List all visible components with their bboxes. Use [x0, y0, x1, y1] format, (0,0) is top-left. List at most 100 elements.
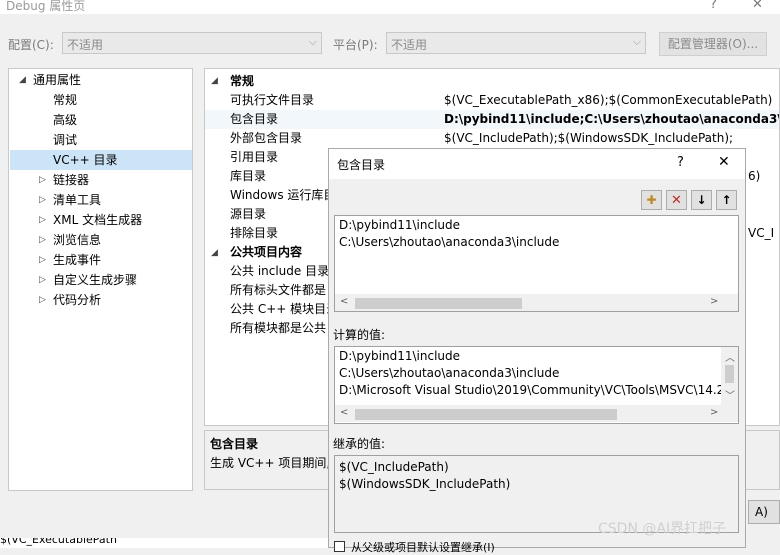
list-item: $(WindowsSDK_IncludePath) [339, 477, 511, 491]
chevron-down-icon: ⌵ [308, 35, 317, 48]
scroll-right-icon[interactable]: > [710, 296, 718, 307]
tree-item-debugging[interactable]: 调试 [53, 130, 77, 150]
move-down-button[interactable]: ↓ [691, 190, 712, 210]
close-button[interactable]: ✕ [752, 0, 763, 12]
expand-arrow-icon[interactable]: ▷ [39, 275, 46, 285]
list-item: $(VC_IncludePath) [339, 460, 449, 474]
apply-button[interactable]: A) [748, 500, 780, 524]
inherit-checkbox[interactable] [334, 541, 345, 552]
property-row[interactable]: 可执行文件目录 $(VC_ExecutablePath_x86);$(Commo… [205, 91, 779, 110]
expand-arrow-icon[interactable]: ▷ [39, 195, 46, 205]
tree-item-advanced[interactable]: 高级 [53, 110, 77, 130]
status-text: $(VC_ExecutablePath [0, 538, 117, 546]
scroll-left-icon[interactable]: < [340, 407, 348, 418]
computed-values-label: 计算的值: [333, 328, 386, 342]
new-line-button[interactable]: ✚ [641, 190, 662, 210]
tree-item-linker[interactable]: 链接器 [53, 170, 89, 190]
config-dropdown[interactable]: 不适用 ⌵ [62, 32, 322, 54]
title-bar: Debug 属性页 ? ✕ [0, 0, 780, 14]
scroll-left-icon[interactable]: < [340, 296, 348, 307]
chevron-down-icon: ⌵ [632, 35, 641, 48]
horizontal-scrollbar[interactable]: < > [335, 405, 738, 422]
move-up-button[interactable]: ↑ [716, 190, 737, 210]
property-value: $(VC_IncludePath);$(WindowsSDK_IncludePa… [444, 131, 734, 145]
delete-line-button[interactable]: ✕ [666, 190, 687, 210]
list-item[interactable]: C:\Users\zhoutao\anaconda3\include [339, 235, 559, 249]
tree-item-manifest-tool[interactable]: 清单工具 [53, 190, 101, 210]
scroll-thumb[interactable] [355, 409, 617, 420]
list-item: D:\pybind11\include [339, 349, 461, 363]
description-text: 生成 VC++ 项目期间, [210, 456, 331, 470]
tree-item-xml-doc[interactable]: XML 文档生成器 [53, 210, 142, 230]
delete-icon: ✕ [671, 193, 682, 208]
property-value: $(VC_ExecutablePath_x86);$(CommonExecuta… [444, 93, 773, 107]
tree-item-general[interactable]: 常规 [53, 90, 77, 110]
expand-arrow-icon[interactable]: ▷ [39, 175, 46, 185]
new-folder-icon: ✚ [646, 193, 657, 207]
platform-label: 平台(P): [333, 38, 378, 52]
config-manager-button[interactable]: 配置管理器(O)... [659, 32, 767, 56]
tree-item-browse-info[interactable]: 浏览信息 [53, 230, 101, 250]
include-directories-dialog: 包含目录 ? ✕ ✚ ✕ ↓ ↑ D:\pybind11\include C:\… [328, 148, 746, 554]
property-name: 可执行文件目录 [230, 93, 315, 107]
scroll-right-icon[interactable]: > [710, 407, 718, 418]
scroll-up-icon[interactable]: ︿ [725, 349, 735, 364]
status-strip: $(VC_ExecutablePath [0, 538, 330, 548]
property-name: Windows 运行库目 [230, 188, 336, 202]
property-row[interactable]: 外部包含目录 $(VC_IncludePath);$(WindowsSDK_In… [205, 129, 779, 148]
collapse-arrow-icon[interactable]: ◢ [211, 248, 218, 258]
list-item[interactable]: D:\pybind11\include [339, 218, 460, 232]
expand-arrow-icon[interactable]: ▷ [39, 255, 46, 265]
property-name: 包含目录 [230, 112, 279, 126]
property-name: 所有标头文件都是 [230, 283, 327, 297]
arrow-down-icon: ↓ [696, 193, 707, 207]
collapse-arrow-icon[interactable]: ◢ [211, 76, 218, 86]
property-name: 引用目录 [230, 150, 279, 164]
horizontal-scrollbar[interactable]: < > [335, 294, 738, 311]
expand-arrow-icon[interactable]: ▷ [39, 215, 46, 225]
expand-arrow-icon[interactable]: ▷ [39, 235, 46, 245]
property-name: 所有模块都是公共 [230, 321, 327, 335]
list-item: D:\Microsoft Visual Studio\2019\Communit… [339, 383, 725, 397]
help-button[interactable]: ? [710, 0, 717, 12]
section-general: 常规 [230, 74, 255, 88]
property-name: 排除目录 [230, 226, 279, 240]
property-value: VC_I [748, 226, 775, 240]
tree-item-custom-build[interactable]: 自定义生成步骤 [53, 270, 137, 290]
scroll-thumb[interactable] [725, 365, 734, 383]
tree-item-code-analysis[interactable]: 代码分析 [53, 290, 101, 310]
dialog-help-button[interactable]: ? [677, 155, 684, 170]
property-row[interactable]: 包含目录 D:\pybind11\include;C:\Users\zhouta… [205, 110, 779, 129]
watermark: CSDN @AI界扛把子 [598, 521, 727, 537]
property-name: 库目录 [230, 169, 267, 183]
config-value: 不适用 [67, 38, 104, 52]
computed-values-list: D:\pybind11\include C:\Users\zhoutao\ana… [334, 346, 739, 424]
scroll-down-icon[interactable]: ﹀ [725, 387, 735, 402]
dialog-title: 包含目录 [337, 158, 386, 172]
include-paths-list[interactable]: D:\pybind11\include C:\Users\zhoutao\ana… [334, 215, 739, 312]
property-value: 6) [748, 169, 761, 183]
tree-item-vc-directories[interactable]: VC++ 目录 [10, 150, 192, 170]
tree-item-build-events[interactable]: 生成事件 [53, 250, 101, 270]
inherit-checkbox-label[interactable]: 从父级或项目默认设置继承(I) [351, 539, 495, 555]
scroll-thumb[interactable] [355, 298, 522, 309]
property-name: 源目录 [230, 207, 267, 221]
vertical-scrollbar[interactable]: ︿ ﹀ [721, 347, 738, 405]
list-item: C:\Users\zhoutao\anaconda3\include [339, 366, 560, 380]
platform-value: 不适用 [391, 38, 428, 52]
inherited-values-label: 继承的值: [333, 437, 386, 451]
platform-dropdown[interactable]: 不适用 ⌵ [386, 32, 646, 54]
property-name: 公共 C++ 模块目录 [230, 302, 339, 316]
window-title: Debug 属性页 [6, 0, 86, 13]
property-name: 外部包含目录 [230, 131, 303, 145]
property-tree[interactable]: ◢ 通用属性 常规 高级 调试 VC++ 目录 ▷ 链接器 ▷ 清单工具 ▷ X… [8, 68, 193, 491]
property-name: 公共 include 目录 [230, 264, 330, 278]
description-title: 包含目录 [210, 437, 259, 451]
tree-item-common-properties[interactable]: 通用属性 [33, 70, 81, 90]
config-label: 配置(C): [8, 38, 54, 52]
expand-arrow-icon[interactable]: ▷ [39, 295, 46, 305]
property-value: D:\pybind11\include;C:\Users\zhoutao\ana… [444, 112, 779, 126]
dialog-close-button[interactable]: ✕ [718, 154, 730, 170]
collapse-arrow-icon[interactable]: ◢ [19, 75, 26, 85]
apply-button-label: A) [755, 505, 768, 519]
